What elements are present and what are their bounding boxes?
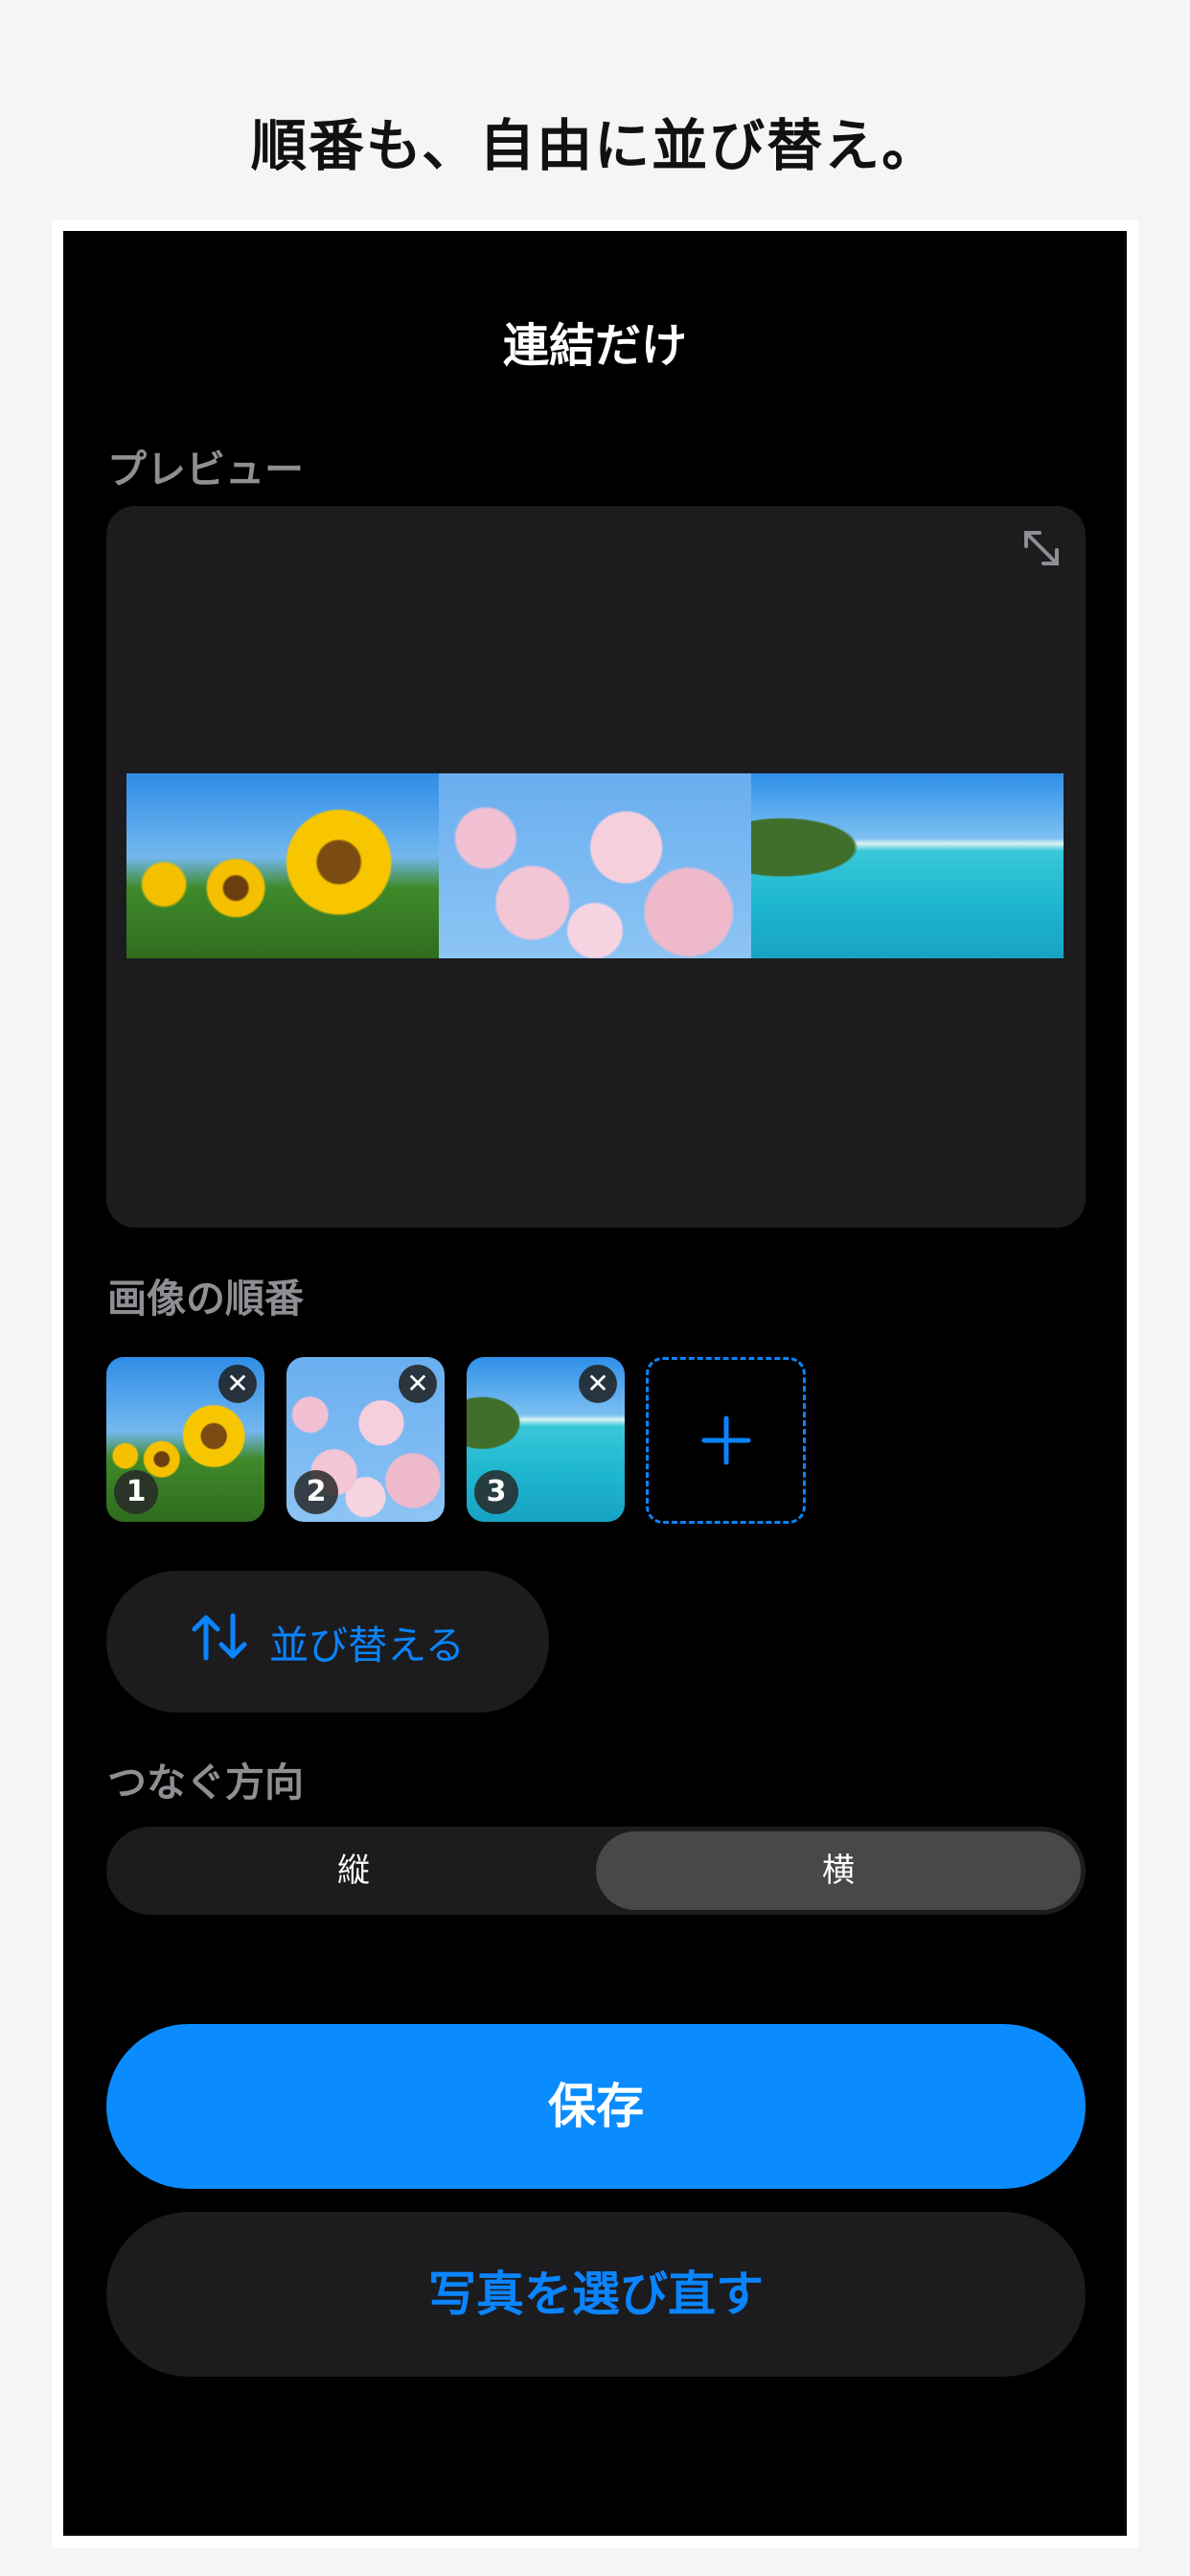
screen-title: 連結だけ: [502, 319, 687, 373]
preview-photo-sunflower: [126, 773, 439, 958]
close-icon[interactable]: ✕: [399, 1365, 437, 1403]
order-number: 1: [114, 1470, 158, 1514]
expand-icon[interactable]: [1020, 527, 1063, 569]
direction-option-vertical[interactable]: 縦: [111, 1831, 596, 1910]
preview-panel: [106, 506, 1086, 1228]
direction-label: つなぐ方向: [107, 1760, 304, 1806]
preview-photo-cherry-blossom: [439, 773, 751, 958]
thumbnail-2[interactable]: ✕ 2: [286, 1357, 445, 1522]
order-label: 画像の順番: [107, 1276, 304, 1322]
order-number: 2: [294, 1470, 338, 1514]
order-number: 3: [474, 1470, 518, 1514]
save-button[interactable]: 保存: [106, 2024, 1086, 2189]
preview-photo-beach: [751, 773, 1064, 958]
add-image-button[interactable]: [646, 1357, 806, 1524]
direction-option-horizontal[interactable]: 横: [596, 1831, 1081, 1910]
plus-icon: [700, 1414, 752, 1466]
close-icon[interactable]: ✕: [218, 1365, 257, 1403]
preview-label: プレビュー: [107, 447, 304, 493]
close-icon[interactable]: ✕: [579, 1365, 617, 1403]
sort-button-label: 並び替える: [269, 1622, 465, 1668]
image-order-list: ✕ 1 ✕ 2 ✕ 3: [106, 1357, 873, 1526]
sort-arrows-icon: [191, 1612, 248, 1671]
merged-preview-image: [126, 773, 1064, 958]
sort-button[interactable]: 並び替える: [106, 1571, 549, 1713]
thumbnail-3[interactable]: ✕ 3: [467, 1357, 625, 1522]
direction-segmented-control: 縦 横: [106, 1827, 1086, 1915]
app-screen: 連結だけ プレビュー 画像の順番 ✕ 1 ✕ 2 ✕ 3 並び替える つなぐ方向…: [63, 231, 1127, 2536]
thumbnail-1[interactable]: ✕ 1: [106, 1357, 264, 1522]
reselect-photos-button[interactable]: 写真を選び直す: [106, 2212, 1086, 2377]
marketing-headline: 順番も、自由に並び替え。: [250, 113, 940, 178]
